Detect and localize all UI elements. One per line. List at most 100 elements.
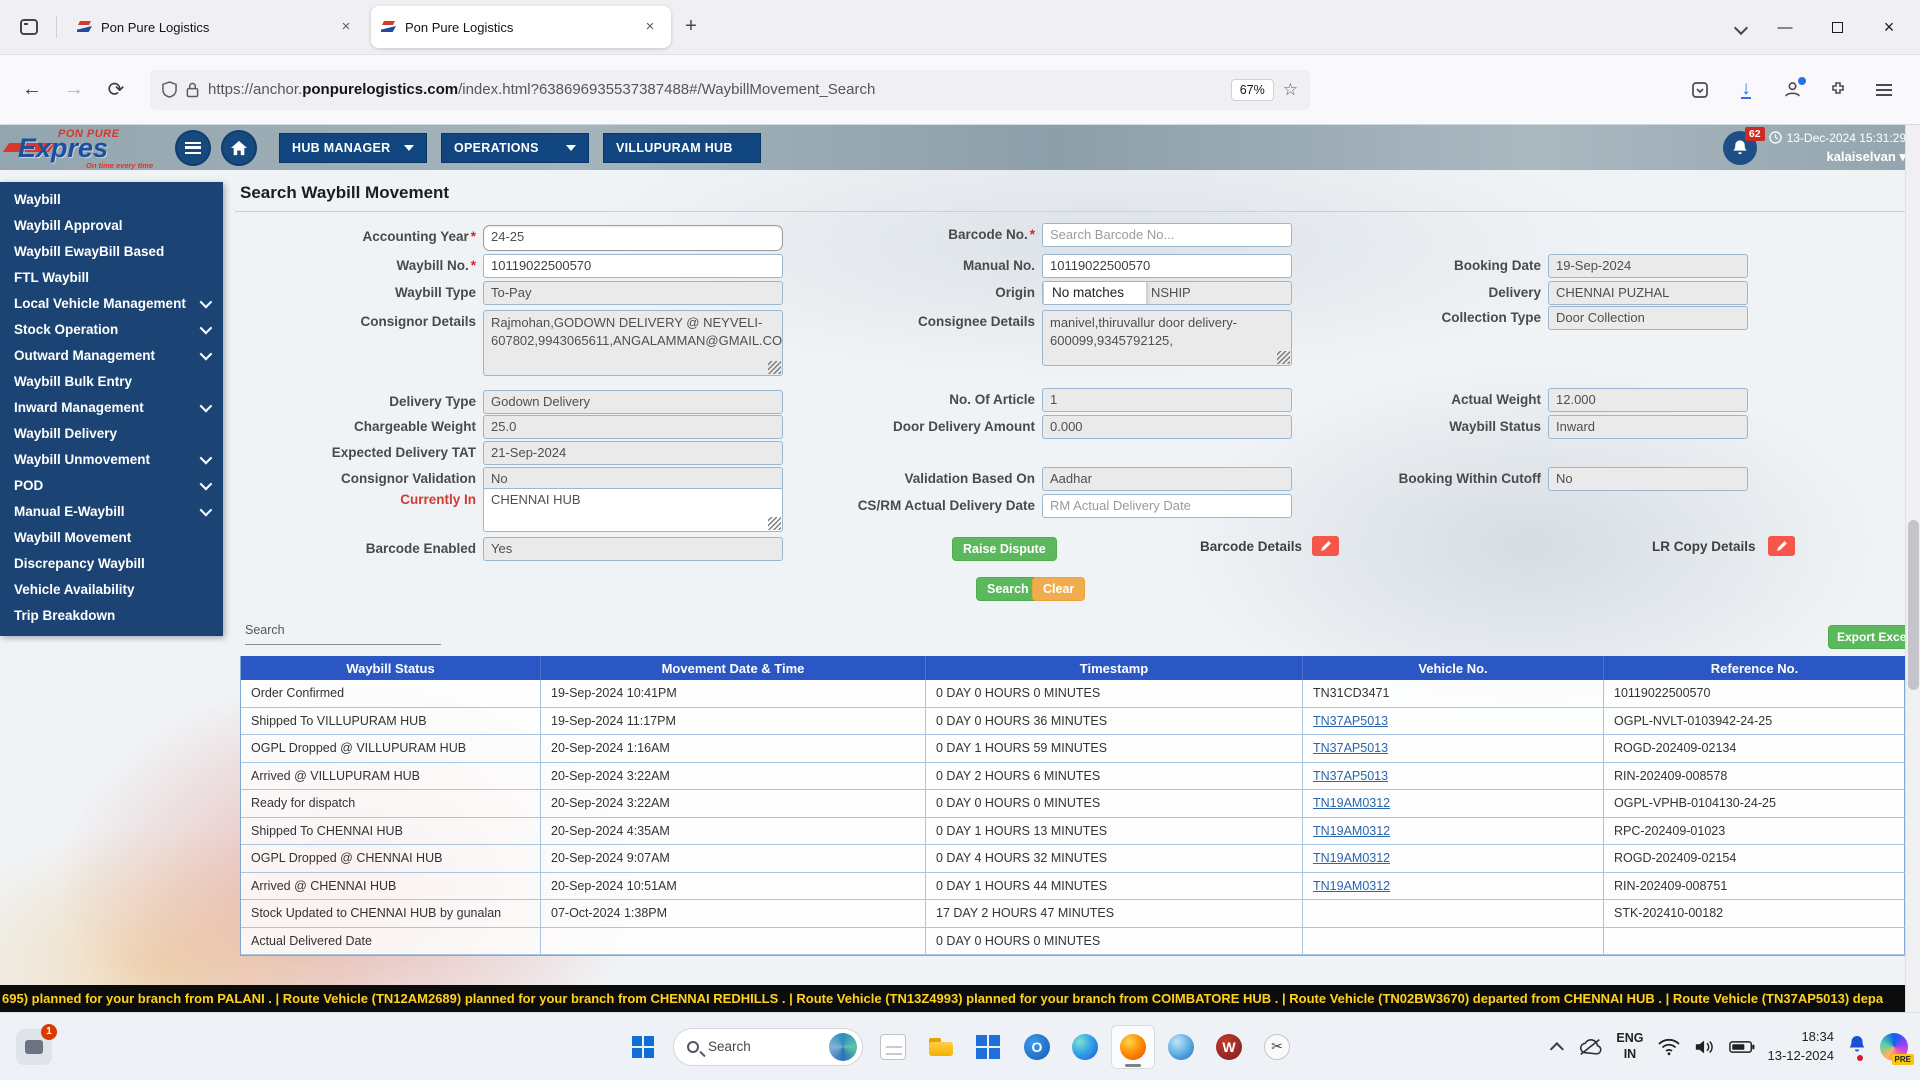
field-barcode-enabled[interactable]: Yes: [483, 537, 783, 561]
vehicle-no-link[interactable]: TN37AP5013: [1313, 714, 1388, 728]
taskbar-app-file-explorer[interactable]: [919, 1025, 963, 1069]
field-validation-based-on[interactable]: Aadhar: [1042, 467, 1292, 491]
menu-icon[interactable]: [1868, 74, 1900, 106]
field-delivery-type[interactable]: Godown Delivery: [483, 390, 783, 414]
sidebar-item-pod[interactable]: POD: [0, 472, 223, 498]
sidebar-item-ftl-waybill[interactable]: FTL Waybill: [0, 264, 223, 290]
new-tab-button[interactable]: +: [675, 11, 707, 43]
vehicle-no-link[interactable]: TN37AP5013: [1313, 741, 1388, 755]
field-waybill-type[interactable]: To-Pay: [483, 281, 783, 305]
tab-pon-pure-2-active[interactable]: Pon Pure Logistics ×: [371, 6, 671, 48]
sidebar-item-trip-breakdown[interactable]: Trip Breakdown: [0, 602, 223, 628]
battery-icon[interactable]: [1729, 1040, 1755, 1054]
field-origin[interactable]: NSHIPNo matches: [1042, 281, 1292, 305]
sidebar-item-outward-management[interactable]: Outward Management: [0, 342, 223, 368]
back-icon[interactable]: ←: [14, 72, 50, 108]
wifi-icon[interactable]: [1657, 1038, 1681, 1056]
home-icon[interactable]: [221, 130, 257, 166]
field-manual-no[interactable]: 10119022500570: [1042, 254, 1292, 278]
taskbar-app-document-app[interactable]: [871, 1025, 915, 1069]
sidebar-item-local-vehicle-management[interactable]: Local Vehicle Management: [0, 290, 223, 316]
vehicle-no-link[interactable]: TN19AM0312: [1313, 824, 1390, 838]
field-door-delivery-amount[interactable]: 0.000: [1042, 415, 1292, 439]
clear-button[interactable]: Clear: [1032, 577, 1085, 601]
vehicle-no-link[interactable]: TN37AP5013: [1313, 769, 1388, 783]
taskbar-app-firefox-browser[interactable]: [1111, 1025, 1155, 1069]
sidebar-item-waybill-approval[interactable]: Waybill Approval: [0, 212, 223, 238]
tab-pon-pure-1[interactable]: Pon Pure Logistics ×: [67, 6, 367, 48]
taskbar-clock[interactable]: 18:34 13-12-2024: [1768, 1028, 1835, 1064]
extensions-icon[interactable]: [1822, 74, 1854, 106]
vehicle-no-link[interactable]: TN19AM0312: [1313, 851, 1390, 865]
menu-operations[interactable]: OPERATIONS: [441, 133, 589, 163]
field-waybill-no[interactable]: 10119022500570: [483, 254, 783, 278]
language-indicator[interactable]: ENGIN: [1616, 1031, 1643, 1062]
field-currently-in[interactable]: CHENNAI HUB: [483, 488, 783, 532]
window-restore-button[interactable]: [1814, 7, 1860, 47]
taskbar-app-snipping-tool[interactable]: ✂: [1255, 1025, 1299, 1069]
window-close-button[interactable]: ×: [1866, 7, 1912, 47]
onedrive-paused-cloud-icon[interactable]: [1577, 1037, 1603, 1057]
sidebar-item-waybill-unmovement[interactable]: Waybill Unmovement: [0, 446, 223, 472]
menu-villupuram-hub[interactable]: VILLUPURAM HUB: [603, 133, 761, 163]
sidebar-item-waybill-delivery[interactable]: Waybill Delivery: [0, 420, 223, 446]
field-csrm-actual-delivery-date[interactable]: RM Actual Delivery Date: [1042, 494, 1292, 518]
tab-close-icon[interactable]: ×: [335, 16, 357, 38]
field-actual-weight[interactable]: 12.000: [1548, 388, 1748, 412]
sidebar-item-waybill-bulk-entry[interactable]: Waybill Bulk Entry: [0, 368, 223, 394]
menu-hub-manager[interactable]: HUB MANAGER: [279, 133, 427, 163]
field-booking-date[interactable]: 19-Sep-2024: [1548, 254, 1748, 278]
scrollbar-thumb[interactable]: [1908, 520, 1919, 690]
field-barcode-no[interactable]: Search Barcode No...: [1042, 223, 1292, 247]
barcode-details-edit-icon[interactable]: [1312, 536, 1339, 556]
taskbar-app-teams-app[interactable]: [1159, 1025, 1203, 1069]
user-menu[interactable]: kalaiselvan ▾: [1769, 147, 1906, 167]
sidebar-item-waybill[interactable]: Waybill: [0, 186, 223, 212]
downloads-icon[interactable]: ↓: [1730, 74, 1762, 106]
tray-chevron-up-icon[interactable]: [1550, 1042, 1564, 1056]
taskbar-app-webex-app[interactable]: W: [1207, 1025, 1251, 1069]
notification-center-bell-icon[interactable]: [1847, 1034, 1867, 1059]
field-delivery[interactable]: CHENNAI PUZHAL: [1548, 281, 1748, 305]
tab-close-icon[interactable]: ×: [639, 16, 661, 38]
taskbar-widget-icon[interactable]: 1: [16, 1029, 52, 1065]
zoom-level-badge[interactable]: 67%: [1231, 79, 1274, 101]
taskbar-app-edge-browser[interactable]: [1063, 1025, 1107, 1069]
taskbar-app-windows-app-grid[interactable]: [967, 1025, 1011, 1069]
sidebar-item-manual-e-waybill[interactable]: Manual E-Waybill: [0, 498, 223, 524]
account-icon[interactable]: [1776, 74, 1808, 106]
field-chargeable-weight[interactable]: 25.0: [483, 415, 783, 439]
sidebar-item-inward-management[interactable]: Inward Management: [0, 394, 223, 420]
field-booking-within-cutoff[interactable]: No: [1548, 467, 1748, 491]
field-waybill-status[interactable]: Inward: [1548, 415, 1748, 439]
table-filter-search-input[interactable]: Search: [245, 623, 441, 645]
field-consignor-details[interactable]: Rajmohan,GODOWN DELIVERY @ NEYVELI-60780…: [483, 310, 783, 376]
start-button[interactable]: [621, 1025, 665, 1069]
field-consignee-details[interactable]: manivel,thiruvallur door delivery-600099…: [1042, 310, 1292, 366]
hamburger-menu-icon[interactable]: [175, 130, 211, 166]
url-bar[interactable]: https://anchor.ponpurelogistics.com/inde…: [150, 70, 1310, 110]
vehicle-no-link[interactable]: TN19AM0312: [1313, 879, 1390, 893]
pocket-icon[interactable]: [1684, 74, 1716, 106]
tracking-shield-icon[interactable]: [162, 81, 177, 98]
sidebar-item-waybill-movement[interactable]: Waybill Movement: [0, 524, 223, 550]
field-no-of-article[interactable]: 1: [1042, 388, 1292, 412]
search-button[interactable]: Search: [976, 577, 1040, 601]
resize-grip-icon[interactable]: [768, 361, 781, 374]
list-tabs-chevron-icon[interactable]: [1726, 12, 1756, 42]
notifications-bell[interactable]: 62: [1723, 131, 1757, 165]
page-scrollbar[interactable]: [1905, 125, 1920, 1012]
bookmark-star-icon[interactable]: ☆: [1283, 80, 1298, 100]
forward-icon[interactable]: →: [56, 72, 92, 108]
sidebar-item-discrepancy-waybill[interactable]: Discrepancy Waybill: [0, 550, 223, 576]
field-accounting-year[interactable]: 24-25: [483, 225, 783, 251]
firefox-view-icon[interactable]: [12, 10, 46, 44]
field-expected-delivery-tat[interactable]: 21-Sep-2024: [483, 441, 783, 465]
resize-grip-icon[interactable]: [1277, 351, 1290, 364]
copilot-icon[interactable]: PRE: [1880, 1033, 1908, 1061]
sidebar-item-waybill-ewaybill-based[interactable]: Waybill EwayBill Based: [0, 238, 223, 264]
window-minimize-button[interactable]: —: [1762, 7, 1808, 47]
vehicle-no-link[interactable]: TN19AM0312: [1313, 796, 1390, 810]
taskbar-app-outlook[interactable]: O: [1015, 1025, 1059, 1069]
sidebar-item-stock-operation[interactable]: Stock Operation: [0, 316, 223, 342]
